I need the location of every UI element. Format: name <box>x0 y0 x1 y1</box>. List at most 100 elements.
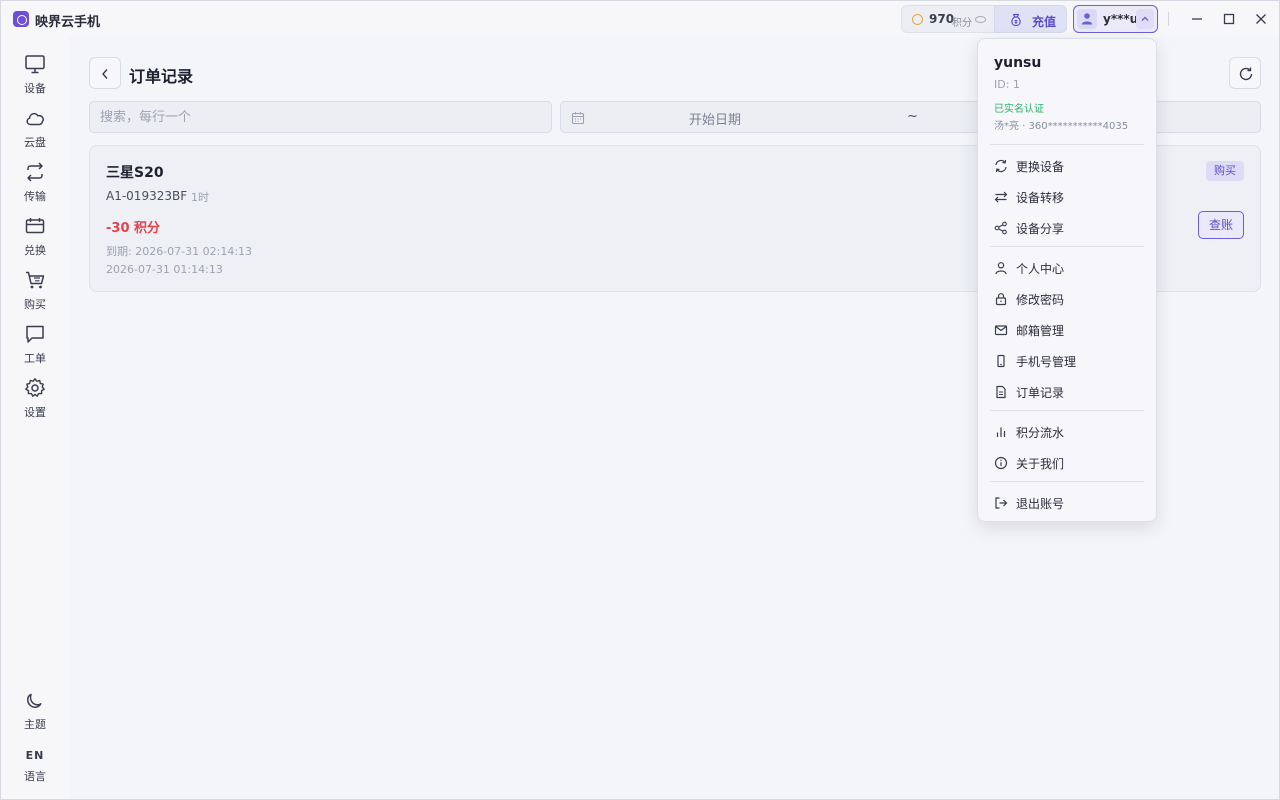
sidebar-item-transfer[interactable]: 传输 <box>1 161 69 209</box>
calendar-icon <box>571 112 585 125</box>
menu-item-email[interactable]: 邮箱管理 <box>990 316 1144 344</box>
chevron-left-icon <box>102 69 108 79</box>
check-account-button[interactable]: 查账 <box>1198 211 1244 239</box>
back-button[interactable] <box>89 57 121 89</box>
close-icon <box>1256 14 1266 24</box>
money-bag-icon <box>1011 13 1021 27</box>
arrows-transfer-icon <box>994 191 1008 203</box>
sidebar-item-label: 传输 <box>24 190 46 203</box>
menu-item-label: 个人中心 <box>1016 262 1065 276</box>
real-name-info: 汤*亮 · 360***********4035 <box>994 121 1129 132</box>
language-toggle[interactable]: EN 语言 <box>1 749 69 797</box>
sidebar: 设备 云盘 传输 兑换 购买 工单 设置 主题 EN 语言 <box>1 37 69 799</box>
title-bar: 映界云手机 970 积分 充值 y***u <box>1 1 1279 37</box>
user-menu-button[interactable]: y***u <box>1073 5 1158 33</box>
cart-icon <box>26 271 45 289</box>
swap-device-icon <box>995 159 1007 173</box>
minimize-icon <box>1192 18 1202 20</box>
sidebar-item-cloud[interactable]: 云盘 <box>1 107 69 155</box>
sidebar-item-redeem[interactable]: 兑换 <box>1 215 69 263</box>
document-icon <box>996 385 1006 399</box>
order-points: -30 积分 <box>106 221 161 236</box>
mail-icon <box>994 325 1008 336</box>
user-name-masked: y***u <box>1103 12 1139 26</box>
transfer-icon <box>27 162 43 182</box>
menu-item-phone[interactable]: 手机号管理 <box>990 347 1144 375</box>
logout-icon <box>995 497 1008 509</box>
theme-label: 主题 <box>24 718 46 731</box>
date-start-placeholder[interactable]: 开始日期 <box>689 109 741 128</box>
menu-item-change-password[interactable]: 修改密码 <box>990 285 1144 313</box>
user-dropdown-menu: yunsu ID: 1 已实名认证 汤*亮 · 360***********40… <box>977 38 1157 522</box>
points-unit: 积分 <box>952 18 972 29</box>
menu-item-label: 修改密码 <box>1016 293 1065 307</box>
gear-icon <box>25 378 45 397</box>
menu-item-label: 关于我们 <box>1016 457 1065 471</box>
order-type-badge: 购买 <box>1206 161 1244 181</box>
dropdown-user-id: ID: 1 <box>994 78 1020 91</box>
menu-divider <box>990 246 1144 247</box>
menu-item-about[interactable]: 关于我们 <box>990 449 1144 477</box>
sidebar-item-settings[interactable]: 设置 <box>1 377 69 425</box>
app-title: 映界云手机 <box>35 15 101 30</box>
search-input[interactable] <box>89 101 552 133</box>
menu-item-label: 订单记录 <box>1016 386 1065 400</box>
avatar <box>1077 9 1097 29</box>
order-expire-time: 到期: 2026-07-31 02:14:13 <box>106 245 253 258</box>
order-created-time: 2026-07-31 01:14:13 <box>106 263 223 276</box>
menu-divider <box>990 410 1144 411</box>
close-button[interactable] <box>1252 10 1270 28</box>
date-separator: ~ <box>907 109 918 124</box>
cloud-icon <box>26 112 44 126</box>
user-icon <box>1081 13 1093 25</box>
menu-item-profile[interactable]: 个人中心 <box>990 254 1144 282</box>
page-title: 订单记录 <box>129 67 194 86</box>
recharge-label: 充值 <box>1032 15 1057 29</box>
menu-item-label: 设备转移 <box>1016 191 1065 205</box>
menu-item-label: 手机号管理 <box>1016 355 1077 369</box>
points-display[interactable]: 970 积分 <box>901 5 995 33</box>
points-value: 970 <box>929 12 955 26</box>
coin-icon <box>912 14 923 25</box>
sidebar-item-label: 购买 <box>24 298 46 311</box>
menu-item-logout[interactable]: 退出账号 <box>990 489 1144 517</box>
share-icon <box>994 221 1007 235</box>
refresh-button[interactable] <box>1229 57 1261 89</box>
maximize-icon <box>1223 13 1235 25</box>
menu-item-share-device[interactable]: 设备分享 <box>990 214 1144 242</box>
sidebar-item-buy[interactable]: 购买 <box>1 269 69 317</box>
sidebar-item-label: 设备 <box>24 82 46 95</box>
moon-icon <box>27 693 42 708</box>
menu-item-label: 设备分享 <box>1016 222 1065 236</box>
menu-item-transfer-device[interactable]: 设备转移 <box>990 183 1144 211</box>
chevron-up-icon <box>1136 9 1154 29</box>
theme-toggle[interactable]: 主题 <box>1 689 69 737</box>
maximize-button[interactable] <box>1220 10 1238 28</box>
menu-item-change-device[interactable]: 更换设备 <box>990 152 1144 180</box>
recharge-button[interactable]: 充值 <box>994 5 1067 33</box>
order-device-name: 三星S20 <box>106 165 164 181</box>
refresh-icon <box>1239 67 1253 81</box>
minimize-button[interactable] <box>1188 10 1206 28</box>
user-icon <box>995 262 1007 275</box>
ticket-icon <box>25 218 45 234</box>
eye-icon[interactable] <box>975 16 986 23</box>
menu-divider <box>990 144 1144 145</box>
info-icon <box>994 456 1008 470</box>
sidebar-item-label: 兑换 <box>24 244 46 257</box>
menu-item-points-history[interactable]: 积分流水 <box>990 418 1144 446</box>
lock-icon <box>995 293 1007 306</box>
phone-icon <box>997 354 1005 368</box>
menu-item-orders[interactable]: 订单记录 <box>990 378 1144 406</box>
verified-status: 已实名认证 <box>994 104 1044 115</box>
language-label: 语言 <box>24 770 46 783</box>
menu-item-label: 退出账号 <box>1016 497 1065 511</box>
order-duration: 1时 <box>191 191 209 204</box>
sidebar-item-label: 设置 <box>24 406 46 419</box>
dropdown-username: yunsu <box>994 55 1042 71</box>
sidebar-item-tickets[interactable]: 工单 <box>1 323 69 371</box>
monitor-icon <box>25 55 45 74</box>
title-bar-divider <box>1168 12 1169 26</box>
sidebar-item-devices[interactable]: 设备 <box>1 53 69 101</box>
app-logo-icon <box>13 11 29 27</box>
